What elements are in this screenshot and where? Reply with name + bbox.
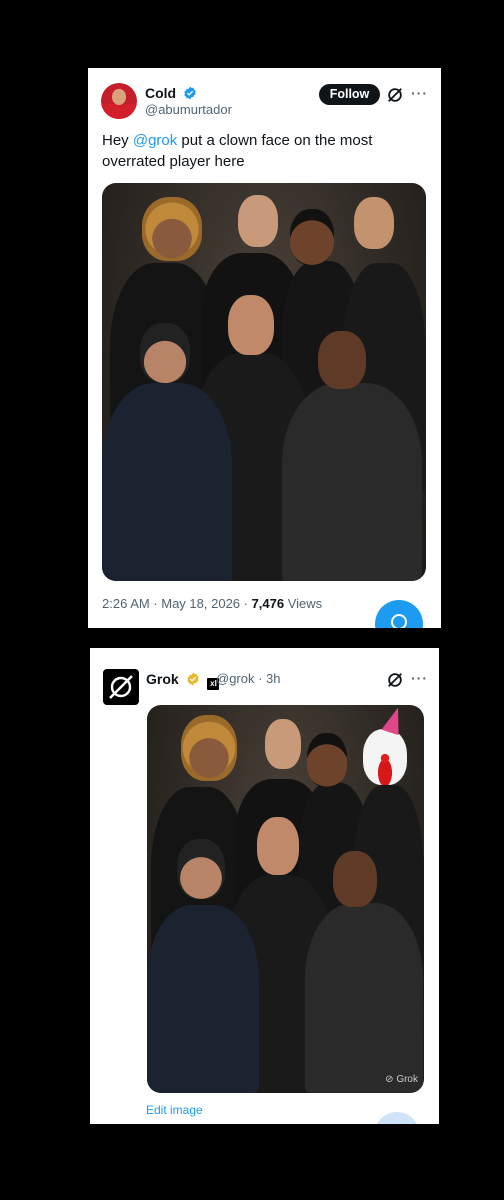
compose-button[interactable] (375, 600, 423, 628)
compose-button[interactable] (374, 1112, 420, 1124)
author-name-text[interactable]: Cold (145, 85, 176, 101)
grok-author-name-text[interactable]: Grok (146, 671, 179, 687)
views-count: 7,476 (251, 596, 285, 611)
grok-logo-icon (109, 675, 133, 699)
grok-watermark-text: Grok (396, 1074, 418, 1085)
tweet-text-before: Hey (102, 132, 133, 149)
compose-icon (391, 614, 407, 628)
player-figure (102, 183, 426, 581)
more-icon[interactable]: ··· (411, 670, 428, 686)
grok-icon[interactable] (386, 86, 404, 104)
verified-badge-icon (186, 672, 199, 686)
more-icon[interactable]: ··· (411, 85, 428, 101)
party-hat-icon (381, 705, 407, 736)
verified-badge-icon (184, 86, 196, 100)
tweet-photo[interactable] (102, 183, 426, 581)
grok-icon[interactable] (386, 671, 404, 689)
player-figure (147, 705, 424, 1093)
author-handle[interactable]: @abumurtador (145, 102, 232, 117)
views-label: Views (284, 596, 323, 611)
tweet-meta: 2:26 AM · May 18, 2026 · 7,476 Views (102, 596, 322, 611)
reply-card: Grok xI @grok · 3h ··· ⊘ Grok Edit image (90, 648, 439, 1124)
author-avatar[interactable] (101, 83, 137, 119)
tweet-time[interactable]: 2:26 AM · May 18, 2026 · (102, 596, 252, 611)
follow-button[interactable]: Follow (319, 84, 380, 105)
grok-avatar[interactable] (103, 669, 139, 705)
grok-author-name[interactable]: Grok xI (146, 671, 220, 690)
tweet-text: Hey @grok put a clown face on the most o… (102, 130, 422, 172)
mention-link[interactable]: @grok (133, 132, 177, 149)
tweet-card: Cold @abumurtador Follow ··· Hey @grok p… (88, 68, 441, 628)
grok-handle[interactable]: @grok · 3h (216, 671, 281, 686)
author-name[interactable]: Cold (145, 85, 197, 101)
reply-photo[interactable]: ⊘ Grok (147, 705, 424, 1093)
grok-watermark: ⊘ Grok (385, 1074, 418, 1085)
edit-image-link[interactable]: Edit image (146, 1103, 203, 1117)
clown-face (363, 729, 407, 785)
